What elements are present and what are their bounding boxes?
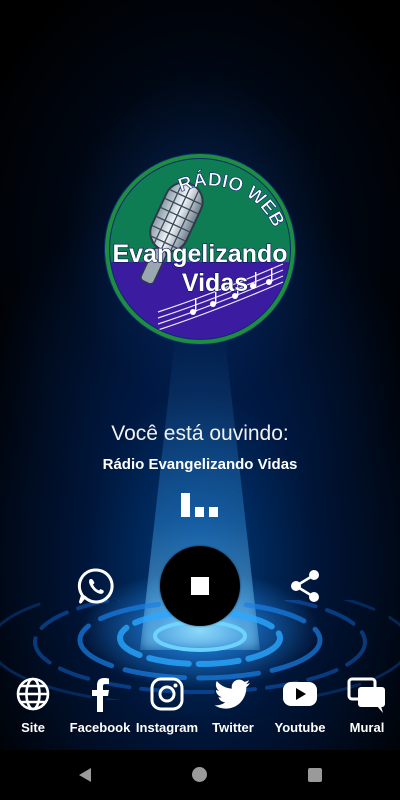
system-nav-bar — [0, 750, 400, 800]
social-label-mural: Mural — [349, 720, 385, 735]
share-icon — [291, 570, 319, 602]
facebook-icon — [92, 678, 109, 712]
logo-line2: Vidas — [182, 269, 248, 297]
whatsapp-icon — [77, 568, 114, 604]
youtube-icon — [283, 682, 317, 706]
social-item-mural[interactable]: Mural — [334, 676, 400, 740]
stop-button[interactable] — [160, 546, 240, 626]
globe-icon — [16, 677, 50, 711]
home-icon[interactable] — [192, 767, 207, 782]
logo-line1: Evangelizando — [112, 240, 287, 268]
stop-icon — [191, 577, 209, 595]
recent-apps-icon[interactable] — [308, 768, 322, 782]
instagram-icon — [150, 677, 184, 711]
share-button[interactable] — [286, 567, 324, 605]
now-playing-label: Você está ouvindo: — [111, 422, 289, 445]
whatsapp-button[interactable] — [76, 566, 116, 606]
social-links-bar: Site Facebook Instagram Twitter Youtube — [0, 676, 400, 746]
station-logo: RÁDIO WEB Evangelizando Vidas — [104, 153, 296, 345]
chat-icon — [347, 677, 385, 713]
back-icon[interactable] — [77, 767, 93, 783]
station-name: Rádio Evangelizando Vidas — [102, 456, 298, 473]
equalizer-icon — [180, 491, 220, 517]
twitter-icon — [214, 679, 250, 709]
